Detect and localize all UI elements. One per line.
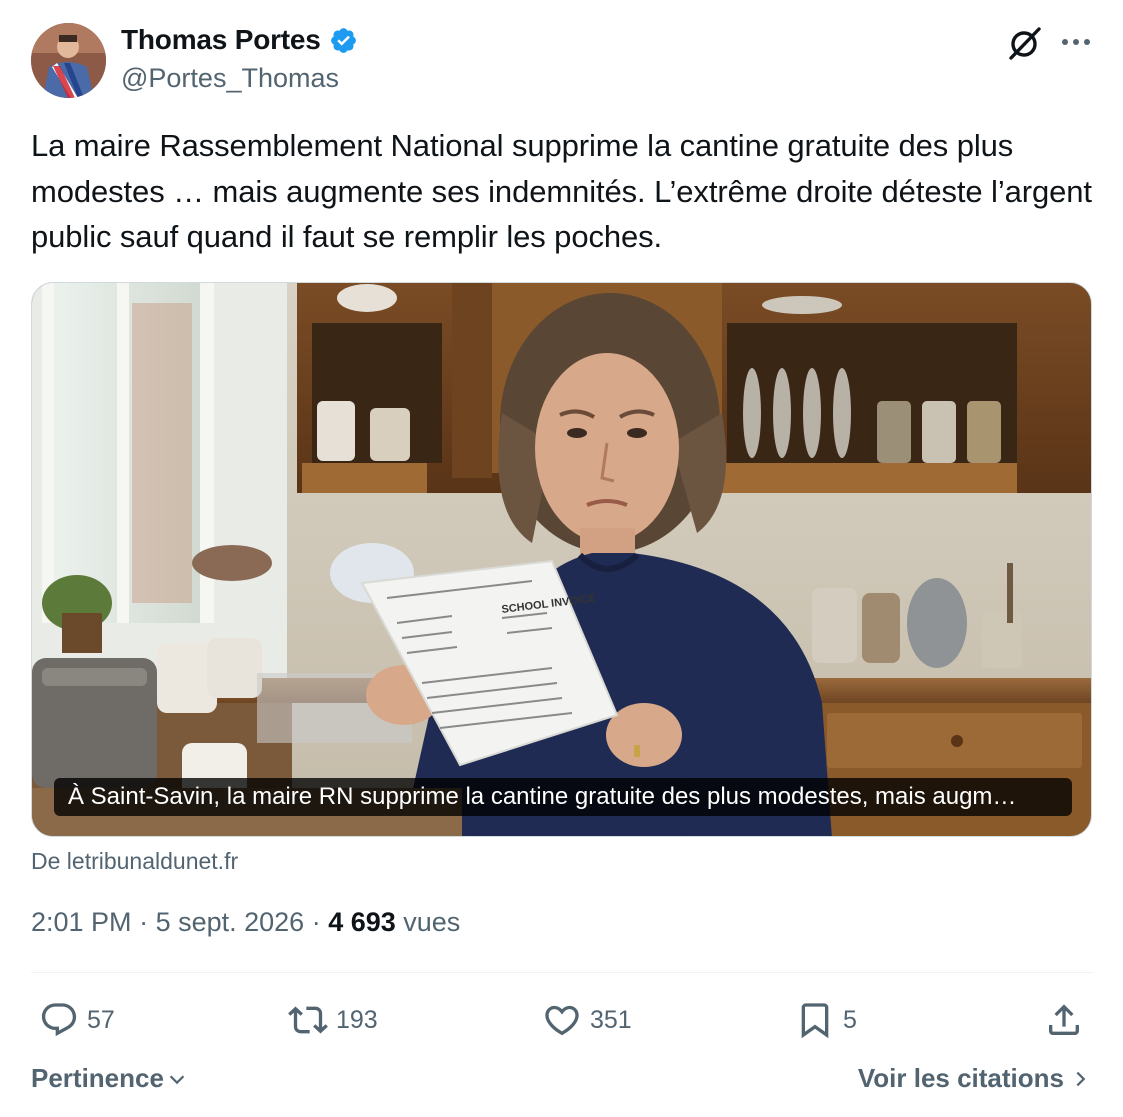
tweet-text: La maire Rassemblement National supprime… [31, 128, 1092, 254]
views-count: 4 693 [328, 907, 396, 937]
view-quotes-link[interactable]: Voir les citations [858, 1063, 1090, 1094]
views-label: vues [395, 907, 461, 937]
bookmark-count: 5 [843, 1005, 857, 1034]
bookmark-button[interactable]: 5 [795, 1000, 857, 1040]
heart-icon [545, 1005, 579, 1036]
sort-dropdown[interactable]: Pertinence [31, 1063, 188, 1094]
like-count: 351 [590, 1005, 632, 1034]
tweet-time[interactable]: 2:01 PM [31, 907, 132, 938]
author-handle[interactable]: @Portes_Thomas [121, 63, 339, 94]
card-caption[interactable]: À Saint-Savin, la maire RN supprime la c… [54, 778, 1072, 816]
tweet-date[interactable]: 5 sept. 2026 [156, 907, 305, 938]
author-name-row[interactable]: Thomas Portes [121, 24, 358, 56]
retweet-icon [288, 1006, 328, 1034]
sort-label: Pertinence [31, 1063, 164, 1093]
author-display-name[interactable]: Thomas Portes [121, 24, 321, 56]
bookmark-icon [801, 1003, 829, 1039]
avatar[interactable] [31, 23, 106, 98]
avatar-photo [31, 23, 106, 98]
reply-icon [41, 1003, 77, 1037]
verified-badge-icon[interactable] [329, 26, 358, 55]
retweet-button[interactable]: 193 [288, 1000, 378, 1040]
reply-count: 57 [87, 1005, 115, 1034]
grok-icon[interactable] [1006, 24, 1044, 62]
chevron-down-icon [169, 1074, 185, 1084]
tweet: Thomas Portes @Portes_Thomas La maire Ra… [0, 0, 1123, 1117]
tweet-meta: 2:01 PM · 5 sept. 2026 · 4 693 vues [31, 907, 460, 938]
divider [31, 972, 1093, 973]
card-photo: SCHOOL INVOICE [32, 283, 1091, 836]
share-icon [1049, 1004, 1079, 1035]
link-card-image[interactable]: SCHOOL INVOICE À Saint-Savin, la maire R… [31, 282, 1092, 837]
share-button[interactable] [1044, 1000, 1084, 1040]
meta-separator: · [131, 907, 156, 937]
more-icon[interactable] [1059, 28, 1093, 56]
quotes-label: Voir les citations [857, 1063, 1064, 1093]
like-button[interactable]: 351 [542, 1000, 632, 1040]
retweet-count: 193 [336, 1005, 378, 1034]
meta-separator: · [304, 907, 329, 937]
card-source-link[interactable]: De letribunaldunet.fr [31, 848, 238, 875]
chevron-right-icon [1076, 1071, 1086, 1086]
reply-button[interactable]: 57 [39, 1000, 115, 1040]
